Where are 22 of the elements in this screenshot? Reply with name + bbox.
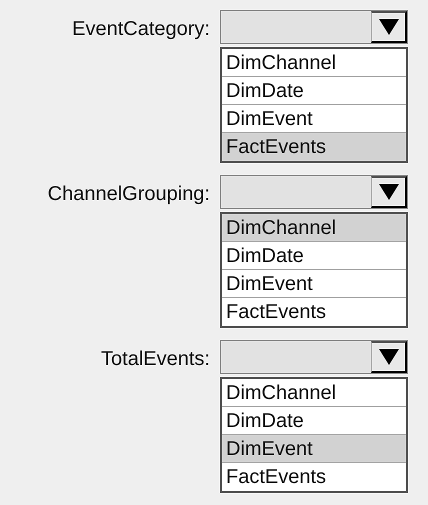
dropdown-option[interactable]: DimChannel xyxy=(222,379,406,407)
dropdown-button[interactable] xyxy=(371,176,407,208)
field-label: TotalEvents: xyxy=(100,347,211,372)
field-label: EventCategory: xyxy=(71,17,211,42)
dropdown-field[interactable] xyxy=(220,175,408,209)
dropdown-option[interactable]: FactEvents xyxy=(222,463,406,491)
caret-icon xyxy=(378,349,398,365)
dropdown-option[interactable]: DimEvent xyxy=(222,435,406,463)
dropdown-option[interactable]: DimEvent xyxy=(222,270,406,298)
caret-icon xyxy=(378,19,398,35)
dropdown-option[interactable]: DimChannel xyxy=(222,49,406,77)
dropdown-field[interactable] xyxy=(220,340,408,374)
dropdown-option[interactable]: DimChannel xyxy=(222,214,406,242)
dropdown-button[interactable] xyxy=(371,341,407,373)
dropdown-button[interactable] xyxy=(371,11,407,43)
caret-icon xyxy=(378,184,398,200)
dropdown-option[interactable]: FactEvents xyxy=(222,133,406,161)
dropdown-field[interactable] xyxy=(220,10,408,44)
dropdown-option[interactable]: DimDate xyxy=(222,242,406,270)
dropdown-option[interactable]: FactEvents xyxy=(222,298,406,326)
dropdown-option[interactable]: DimDate xyxy=(222,77,406,105)
field-label: ChannelGrouping: xyxy=(46,182,211,207)
